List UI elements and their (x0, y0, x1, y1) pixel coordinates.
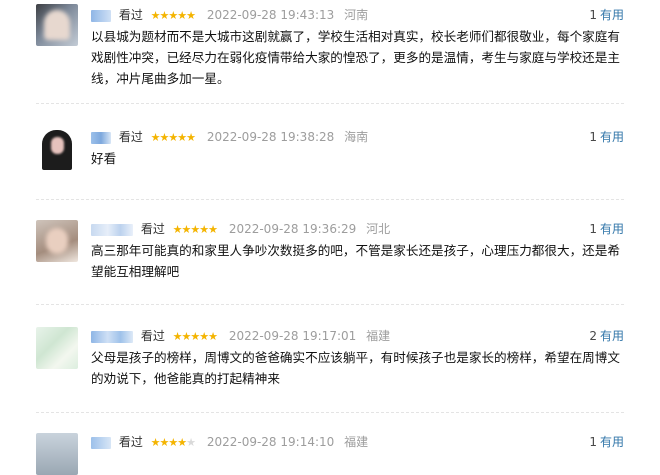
review-time: 2022-09-28 19:14:10 (206, 435, 335, 449)
comment-list: 看过 ★★★★★ 2022-09-28 19:43:13 河南 1 有用 以县城为… (0, 0, 660, 475)
useful-vote: 1 有用 (589, 6, 624, 24)
username-blurred[interactable] (91, 9, 111, 22)
useful-vote: 1 有用 (589, 433, 624, 451)
review-location: 河南 (344, 8, 369, 22)
review-meta: 看过 ★★★★★ 2022-09-28 19:38:28 海南 (91, 128, 368, 146)
useful-button[interactable]: 有用 (600, 222, 624, 236)
divider (36, 199, 624, 200)
avatar[interactable] (36, 128, 78, 170)
review-time: 2022-09-28 19:38:28 (206, 130, 335, 144)
useful-vote: 2 有用 (589, 327, 624, 345)
review-time: 2022-09-28 19:17:01 (228, 329, 357, 343)
avatar[interactable] (36, 327, 78, 369)
useful-vote: 1 有用 (589, 220, 624, 238)
review-meta: 看过 ★★★★★ 2022-09-28 19:43:13 河南 (91, 6, 368, 24)
star-icon: ★★★★ (150, 436, 187, 449)
useful-button[interactable]: 有用 (600, 8, 624, 22)
review-location: 海南 (344, 130, 369, 144)
star-rating: ★★★★★ (150, 131, 196, 144)
username-blurred[interactable] (91, 330, 133, 343)
review-location: 福建 (344, 435, 369, 449)
watched-label: 看过 (118, 435, 143, 449)
username-blurred[interactable] (91, 131, 111, 144)
username-blurred[interactable] (91, 223, 133, 236)
avatar[interactable] (36, 220, 78, 262)
star-rating: ★★★★★ (150, 9, 196, 22)
useful-button[interactable]: 有用 (600, 329, 624, 343)
review-content: 以县城为题材而不是大城市这剧就赢了，学校生活相对真实，校长老师们都很敬业，每个家… (91, 29, 620, 86)
useful-count: 1 (589, 130, 597, 144)
watched-label: 看过 (140, 329, 165, 343)
review-meta: 看过 ★★★★★ 2022-09-28 19:36:29 河北 (91, 220, 390, 238)
username-blurred[interactable] (91, 436, 111, 449)
review-meta: 看过 ★★★★★ 2022-09-28 19:14:10 福建 (91, 433, 368, 451)
star-icon: ★★★★★ (172, 330, 218, 343)
useful-count: 1 (589, 435, 597, 449)
useful-vote: 1 有用 (589, 128, 624, 146)
review-meta: 看过 ★★★★★ 2022-09-28 19:17:01 福建 (91, 327, 390, 345)
star-icon: ★★★★★ (150, 9, 196, 22)
star-empty-icon: ★ (186, 436, 196, 449)
watched-label: 看过 (140, 222, 165, 236)
review-location: 福建 (366, 329, 391, 343)
review-content: 高三那年可能真的和家里人争吵次数挺多的吧，不管是家长还是孩子，心理压力都很大，还… (91, 243, 620, 279)
avatar[interactable] (36, 433, 78, 475)
review-content: 好看 (91, 151, 117, 166)
watched-label: 看过 (118, 130, 143, 144)
star-icon: ★★★★★ (172, 223, 218, 236)
review-location: 河北 (366, 222, 391, 236)
useful-count: 1 (589, 8, 597, 22)
divider (36, 103, 624, 104)
star-rating: ★★★★★ (150, 436, 196, 449)
avatar[interactable] (36, 4, 78, 46)
useful-count: 1 (589, 222, 597, 236)
useful-button[interactable]: 有用 (600, 435, 624, 449)
review-time: 2022-09-28 19:43:13 (206, 8, 335, 22)
star-rating: ★★★★★ (172, 223, 218, 236)
divider (36, 304, 624, 305)
star-icon: ★★★★★ (150, 131, 196, 144)
useful-count: 2 (589, 329, 597, 343)
review-time: 2022-09-28 19:36:29 (228, 222, 357, 236)
watched-label: 看过 (118, 8, 143, 22)
useful-button[interactable]: 有用 (600, 130, 624, 144)
star-rating: ★★★★★ (172, 330, 218, 343)
review-content: 父母是孩子的榜样，周博文的爸爸确实不应该躺平，有时候孩子也是家长的榜样，希望在周… (91, 350, 620, 386)
divider (36, 412, 624, 413)
